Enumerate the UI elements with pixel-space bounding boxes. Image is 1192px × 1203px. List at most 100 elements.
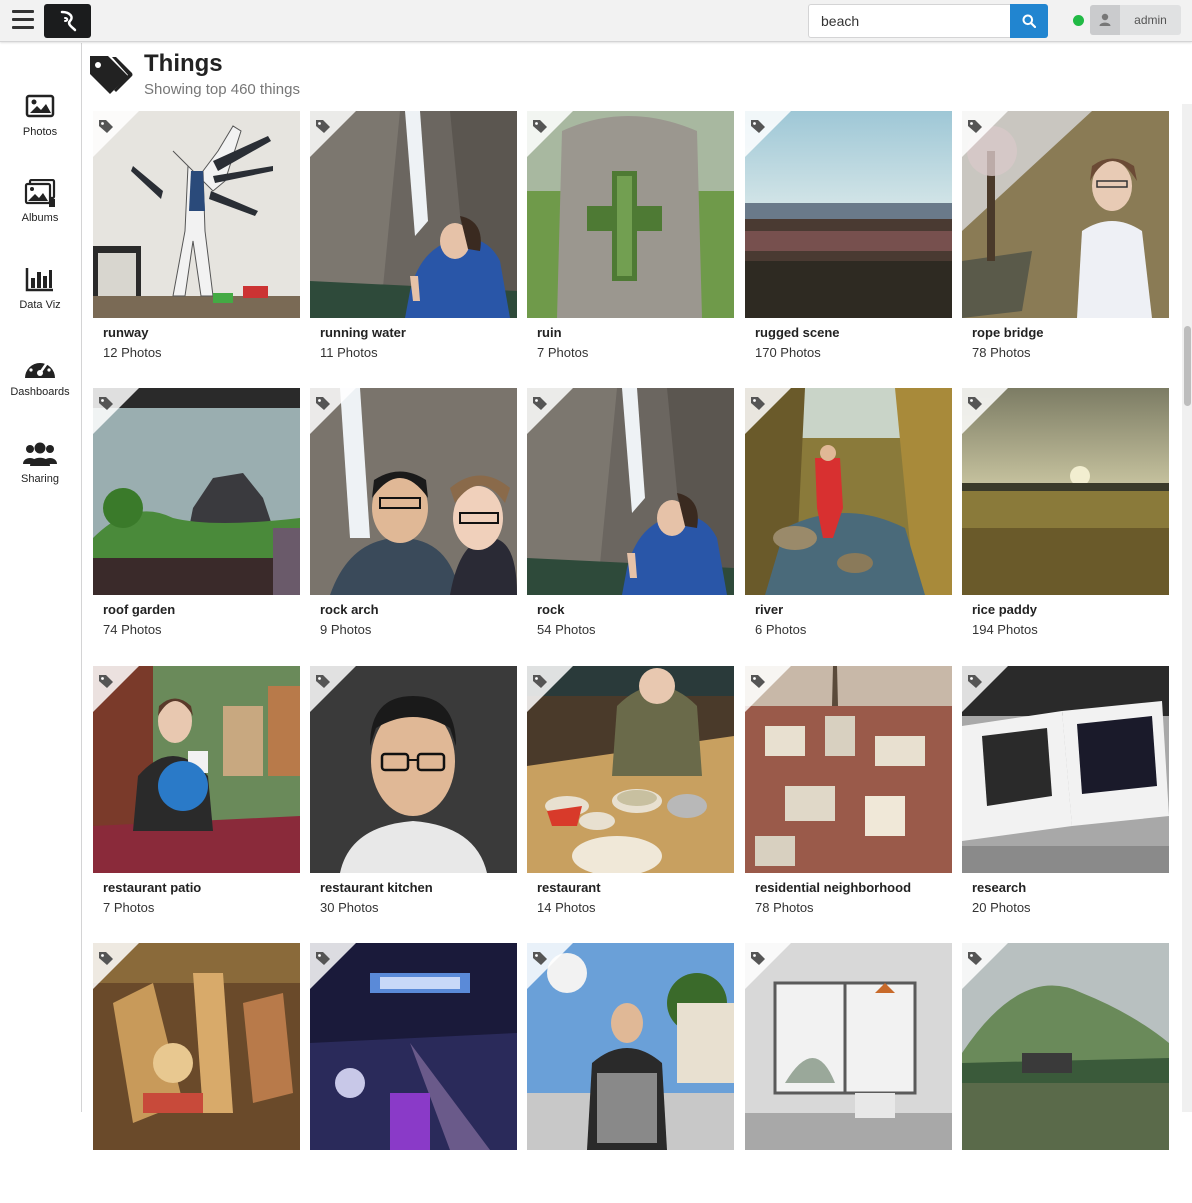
thing-card[interactable]: restaurant patio 7 Photos xyxy=(93,666,300,926)
tag-icon xyxy=(968,397,982,410)
page-subtitle: Showing top 460 things xyxy=(144,81,300,98)
tag-icon xyxy=(99,675,113,688)
sidebar-item-photos[interactable]: Photos xyxy=(0,93,80,153)
thing-card[interactable]: rugged scene 170 Photos xyxy=(745,111,952,371)
thing-count: 194 Photos xyxy=(972,622,1038,637)
thing-card[interactable]: rock 54 Photos xyxy=(527,388,734,648)
thing-count: 30 Photos xyxy=(320,900,379,915)
thing-name: rock xyxy=(537,602,565,617)
thing-name: rice paddy xyxy=(972,602,1038,617)
tag-icon xyxy=(99,397,113,410)
thing-name: rugged scene xyxy=(755,325,840,340)
tag-corner xyxy=(310,388,356,434)
tag-corner xyxy=(745,943,791,989)
thing-name: restaurant patio xyxy=(103,880,202,895)
thing-name: runway xyxy=(103,325,149,340)
tag-corner xyxy=(93,388,139,434)
dashboard-icon xyxy=(22,353,58,383)
search-icon xyxy=(1022,14,1036,28)
thing-count: 6 Photos xyxy=(755,622,807,637)
sidebar: Photos Albums Data Viz Dashboards Sharin… xyxy=(0,43,82,1112)
thing-card[interactable]: roof garden 74 Photos xyxy=(93,388,300,648)
tag-corner xyxy=(745,388,791,434)
tags-icon xyxy=(88,56,134,101)
thing-count: 14 Photos xyxy=(537,900,596,915)
search-button[interactable] xyxy=(1010,4,1048,38)
tag-corner xyxy=(310,666,356,712)
thing-count: 54 Photos xyxy=(537,622,596,637)
thing-card[interactable]: research 20 Photos xyxy=(962,666,1169,926)
tag-corner xyxy=(962,388,1008,434)
user-menu-button[interactable]: admin xyxy=(1090,5,1181,35)
thing-name: rope bridge xyxy=(972,325,1044,340)
tag-icon xyxy=(751,120,765,133)
user-name: admin xyxy=(1134,13,1167,27)
thing-name: running water xyxy=(320,325,406,340)
app-logo[interactable] xyxy=(44,4,91,38)
hamburger-menu-icon[interactable] xyxy=(12,10,34,30)
tag-corner xyxy=(527,943,573,989)
thing-card[interactable]: restaurant 14 Photos xyxy=(527,666,734,926)
thing-card[interactable] xyxy=(527,943,734,1203)
tag-icon xyxy=(316,397,330,410)
tag-icon xyxy=(968,675,982,688)
tag-icon xyxy=(316,120,330,133)
tag-icon xyxy=(99,120,113,133)
tag-corner xyxy=(93,111,139,157)
tag-corner xyxy=(745,666,791,712)
tag-icon xyxy=(968,120,982,133)
thing-name: rock arch xyxy=(320,602,379,617)
tag-corner xyxy=(527,111,573,157)
tag-icon xyxy=(316,952,330,965)
thing-card[interactable]: ruin 7 Photos xyxy=(527,111,734,371)
thing-card[interactable]: residential neighborhood 78 Photos xyxy=(745,666,952,926)
sidebar-item-label: Photos xyxy=(22,126,58,138)
tag-corner xyxy=(745,111,791,157)
things-grid: runway 12 Photos running water 11 Photos xyxy=(93,111,1173,1150)
thing-card[interactable]: river 6 Photos xyxy=(745,388,952,648)
tag-icon xyxy=(533,675,547,688)
albums-icon xyxy=(22,178,58,209)
tag-corner xyxy=(527,666,573,712)
thing-card[interactable]: rock arch 9 Photos xyxy=(310,388,517,648)
thing-count: 170 Photos xyxy=(755,345,821,360)
tag-corner xyxy=(527,388,573,434)
thing-card[interactable] xyxy=(962,943,1169,1203)
tag-icon xyxy=(533,120,547,133)
tag-icon xyxy=(751,952,765,965)
page-title: Things xyxy=(144,50,223,77)
sidebar-item-sharing[interactable]: Sharing xyxy=(0,440,80,500)
thing-name: restaurant kitchen xyxy=(320,880,433,895)
search-input[interactable] xyxy=(808,4,1011,38)
thing-name: ruin xyxy=(537,325,562,340)
thing-count: 78 Photos xyxy=(972,345,1031,360)
scrollbar-thumb[interactable] xyxy=(1184,326,1191,406)
worker-status-indicator xyxy=(1073,15,1084,26)
thing-card[interactable]: rice paddy 194 Photos xyxy=(962,388,1169,648)
sidebar-item-label: Dashboards xyxy=(10,386,70,398)
thing-count: 74 Photos xyxy=(103,622,162,637)
thing-card[interactable] xyxy=(745,943,952,1203)
tag-icon xyxy=(533,397,547,410)
thing-count: 7 Photos xyxy=(103,900,155,915)
thing-card[interactable]: restaurant kitchen 30 Photos xyxy=(310,666,517,926)
thing-card[interactable] xyxy=(310,943,517,1203)
thing-card[interactable] xyxy=(93,943,300,1203)
thing-count: 11 Photos xyxy=(320,345,378,360)
sidebar-item-label: Sharing xyxy=(21,473,59,485)
tag-corner xyxy=(310,943,356,989)
tag-corner xyxy=(962,943,1008,989)
sidebar-item-data-viz[interactable]: Data Viz xyxy=(0,266,80,326)
thing-name: restaurant xyxy=(537,880,601,895)
thing-name: residential neighborhood xyxy=(755,880,912,895)
sidebar-item-dashboards[interactable]: Dashboards xyxy=(0,353,80,413)
bar-chart-icon xyxy=(22,266,58,296)
sidebar-item-albums[interactable]: Albums xyxy=(0,178,80,239)
thing-card[interactable]: runway 12 Photos xyxy=(93,111,300,371)
thing-count: 9 Photos xyxy=(320,622,372,637)
tag-icon xyxy=(533,952,547,965)
search-bar xyxy=(808,4,1048,38)
scrollbar-track[interactable] xyxy=(1182,104,1192,1112)
thing-card[interactable]: rope bridge 78 Photos xyxy=(962,111,1169,371)
thing-card[interactable]: running water 11 Photos xyxy=(310,111,517,371)
